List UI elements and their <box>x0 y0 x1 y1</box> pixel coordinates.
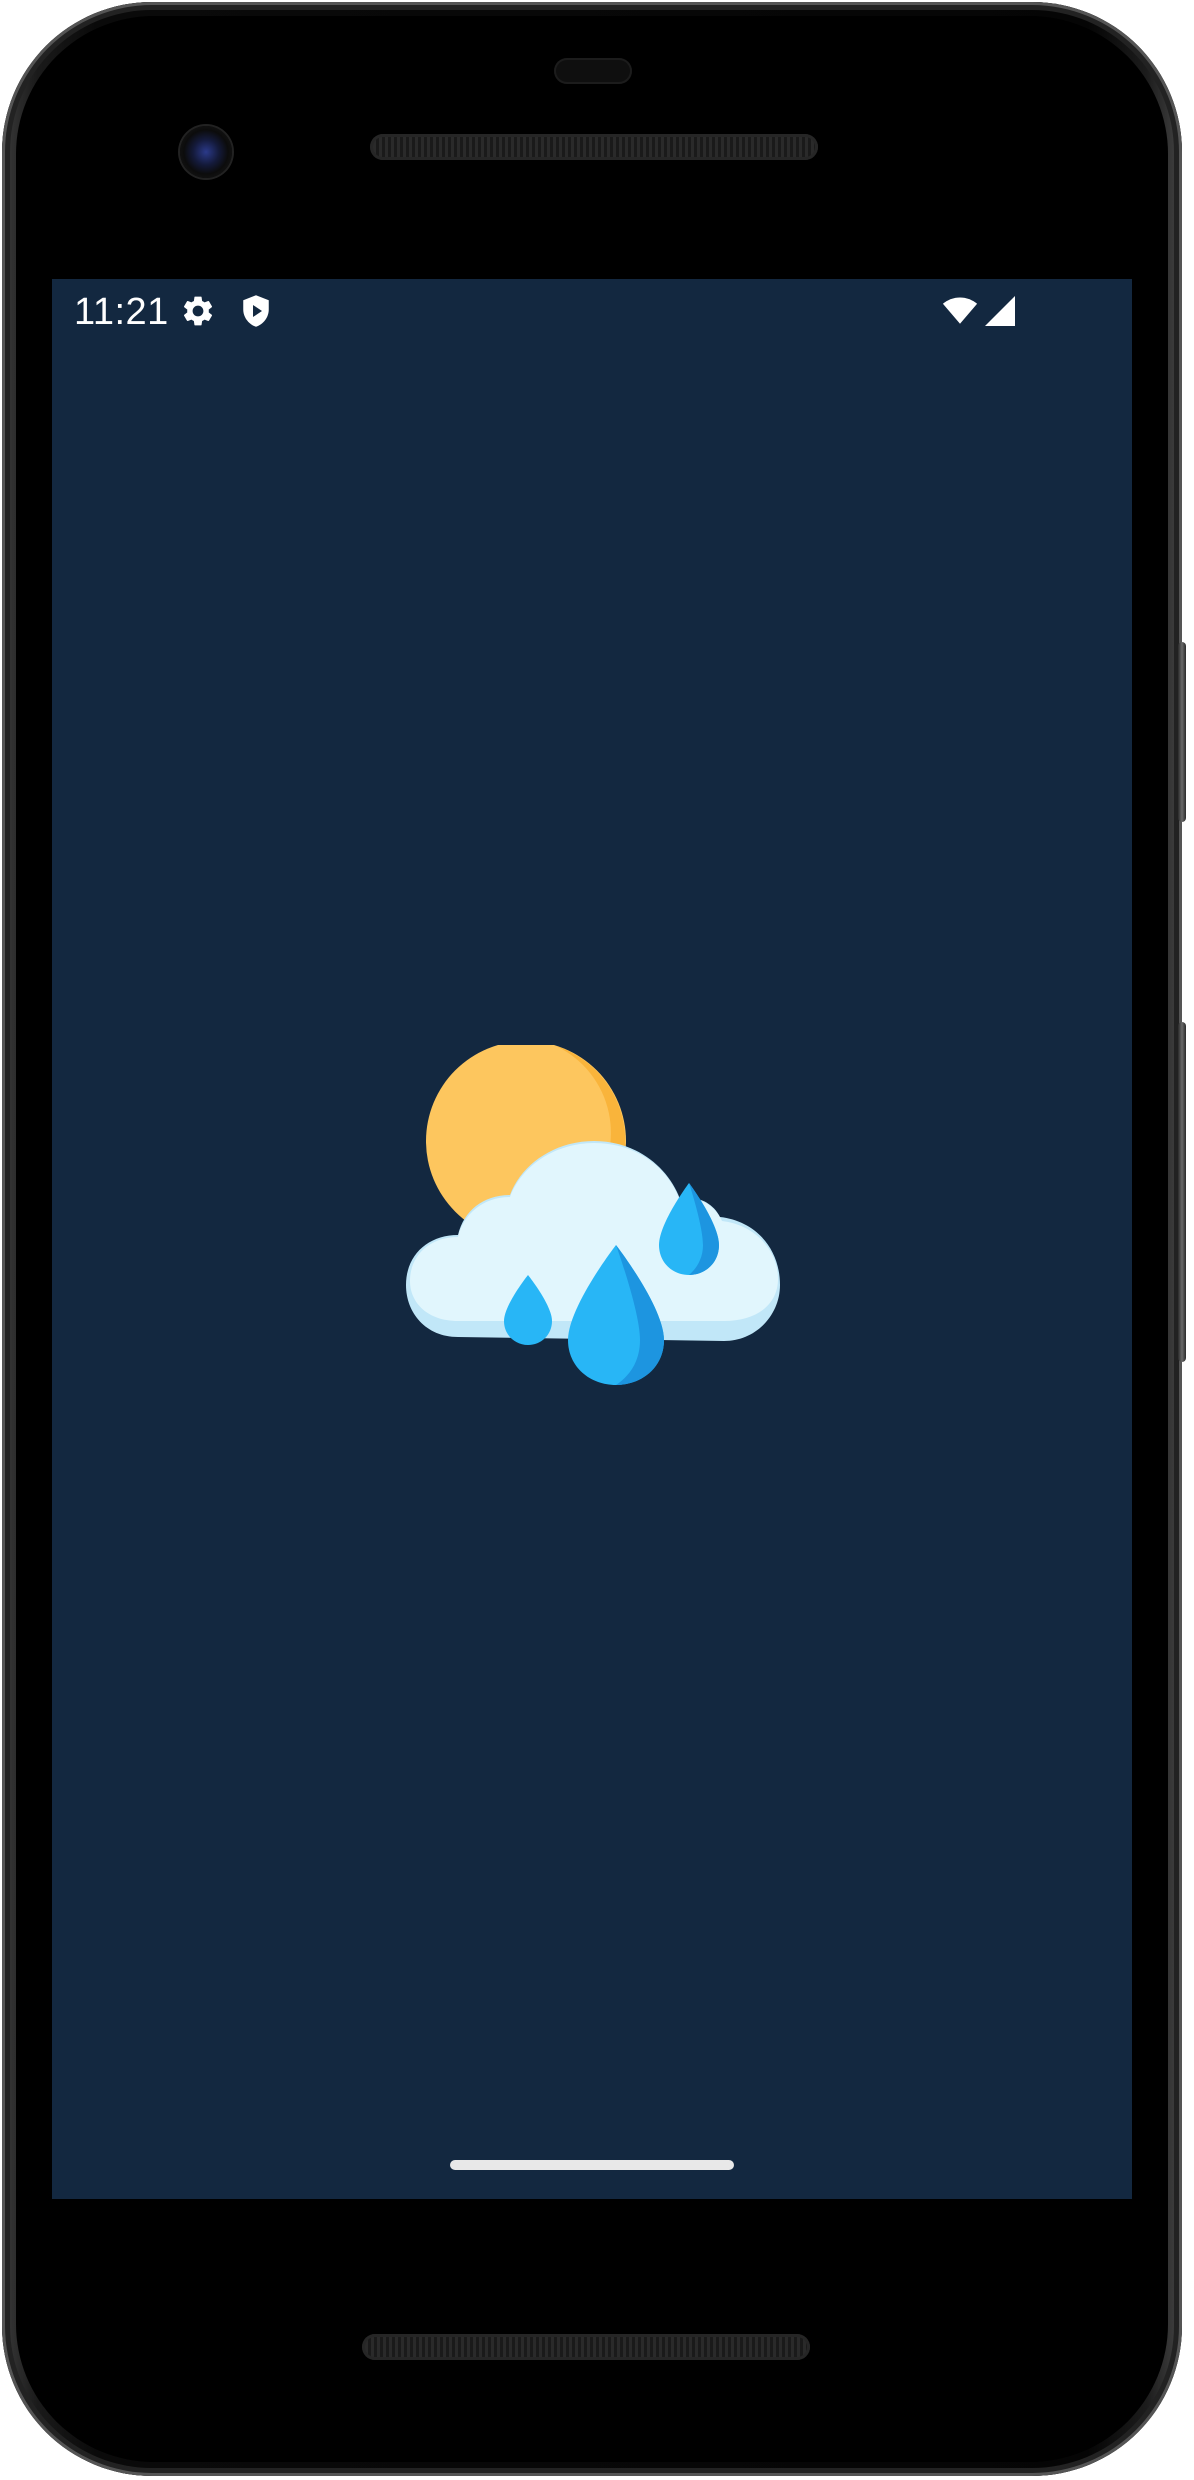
app-screen: 11:21 <box>52 279 1132 2199</box>
gear-icon <box>183 296 213 326</box>
shield-play-icon <box>243 295 269 327</box>
power-button <box>1178 642 1186 822</box>
bottom-speaker <box>362 2334 810 2360</box>
status-clock: 11:21 <box>74 291 169 333</box>
earpiece-speaker <box>370 134 818 160</box>
front-camera <box>180 126 232 178</box>
sun-cloud-rain-icon <box>406 1045 780 1385</box>
volume-button <box>1178 1022 1186 1362</box>
proximity-sensor <box>554 58 632 84</box>
cellular-signal-icon <box>985 296 1015 326</box>
status-bar: 11:21 <box>52 279 1132 347</box>
home-indicator[interactable] <box>450 2160 734 2170</box>
wifi-icon <box>942 297 978 324</box>
